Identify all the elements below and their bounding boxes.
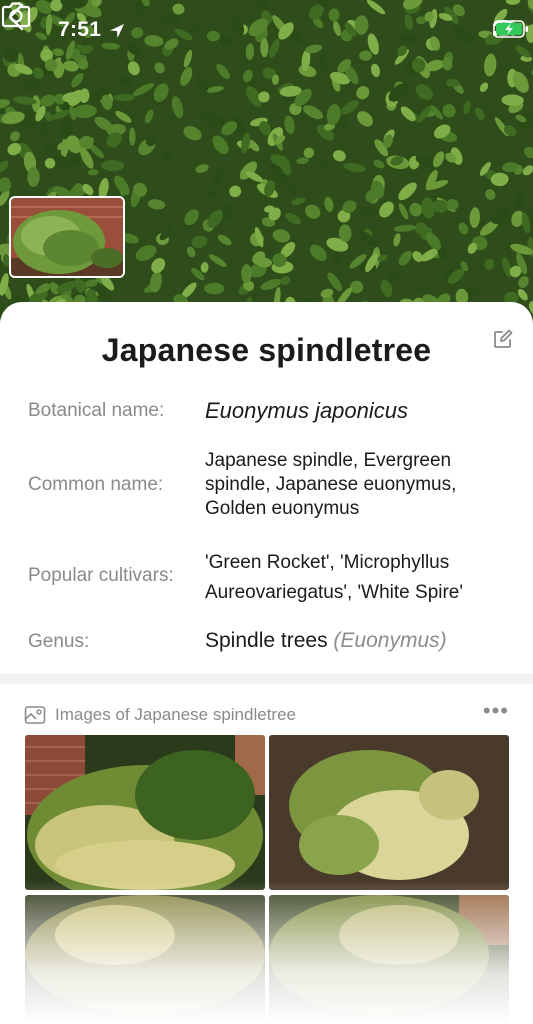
plant-image-1[interactable] [25, 735, 265, 890]
status-time: 7:51 [58, 18, 102, 41]
images-section-title: Images of Japanese spindletree [55, 705, 296, 724]
genus-latin: (Euonymus) [333, 629, 447, 652]
battery-charging-icon [493, 20, 528, 38]
botanical-name-label: Botanical name: [28, 400, 165, 421]
hero-photo: 7:51 [0, 0, 533, 330]
genus-value: Spindle trees (Euonymus) [205, 629, 513, 653]
plant-image-2[interactable] [269, 735, 509, 890]
plant-title: Japanese spindletree [101, 332, 432, 368]
images-section-header: Images of Japanese spindletree ••• [24, 698, 509, 726]
section-divider [0, 674, 533, 684]
user-photo-thumbnail[interactable] [9, 196, 125, 278]
more-icon[interactable]: ••• [483, 698, 509, 724]
gallery-icon [24, 706, 46, 724]
popular-cultivars-label: Popular cultivars: [28, 565, 174, 586]
botanical-name-value: Euonymus japonicus [205, 398, 409, 423]
location-arrow-icon [110, 24, 124, 38]
status-bar: 7:51 [0, 0, 533, 60]
common-name-label: Common name: [28, 474, 164, 495]
genus-common: Spindle trees [205, 629, 328, 652]
plant-info-card: Japanese spindletree Botanical name: Euo… [0, 302, 533, 674]
bottom-fade-overlay [0, 880, 533, 1024]
genus-label: Genus: [28, 631, 90, 652]
common-name-value: Japanese spindle, Evergreen spindle, Jap… [205, 450, 457, 519]
popular-cultivars-value: 'Green Rocket', 'Microphyllus Aureovarie… [205, 552, 464, 603]
camera-icon[interactable] [0, 0, 32, 30]
